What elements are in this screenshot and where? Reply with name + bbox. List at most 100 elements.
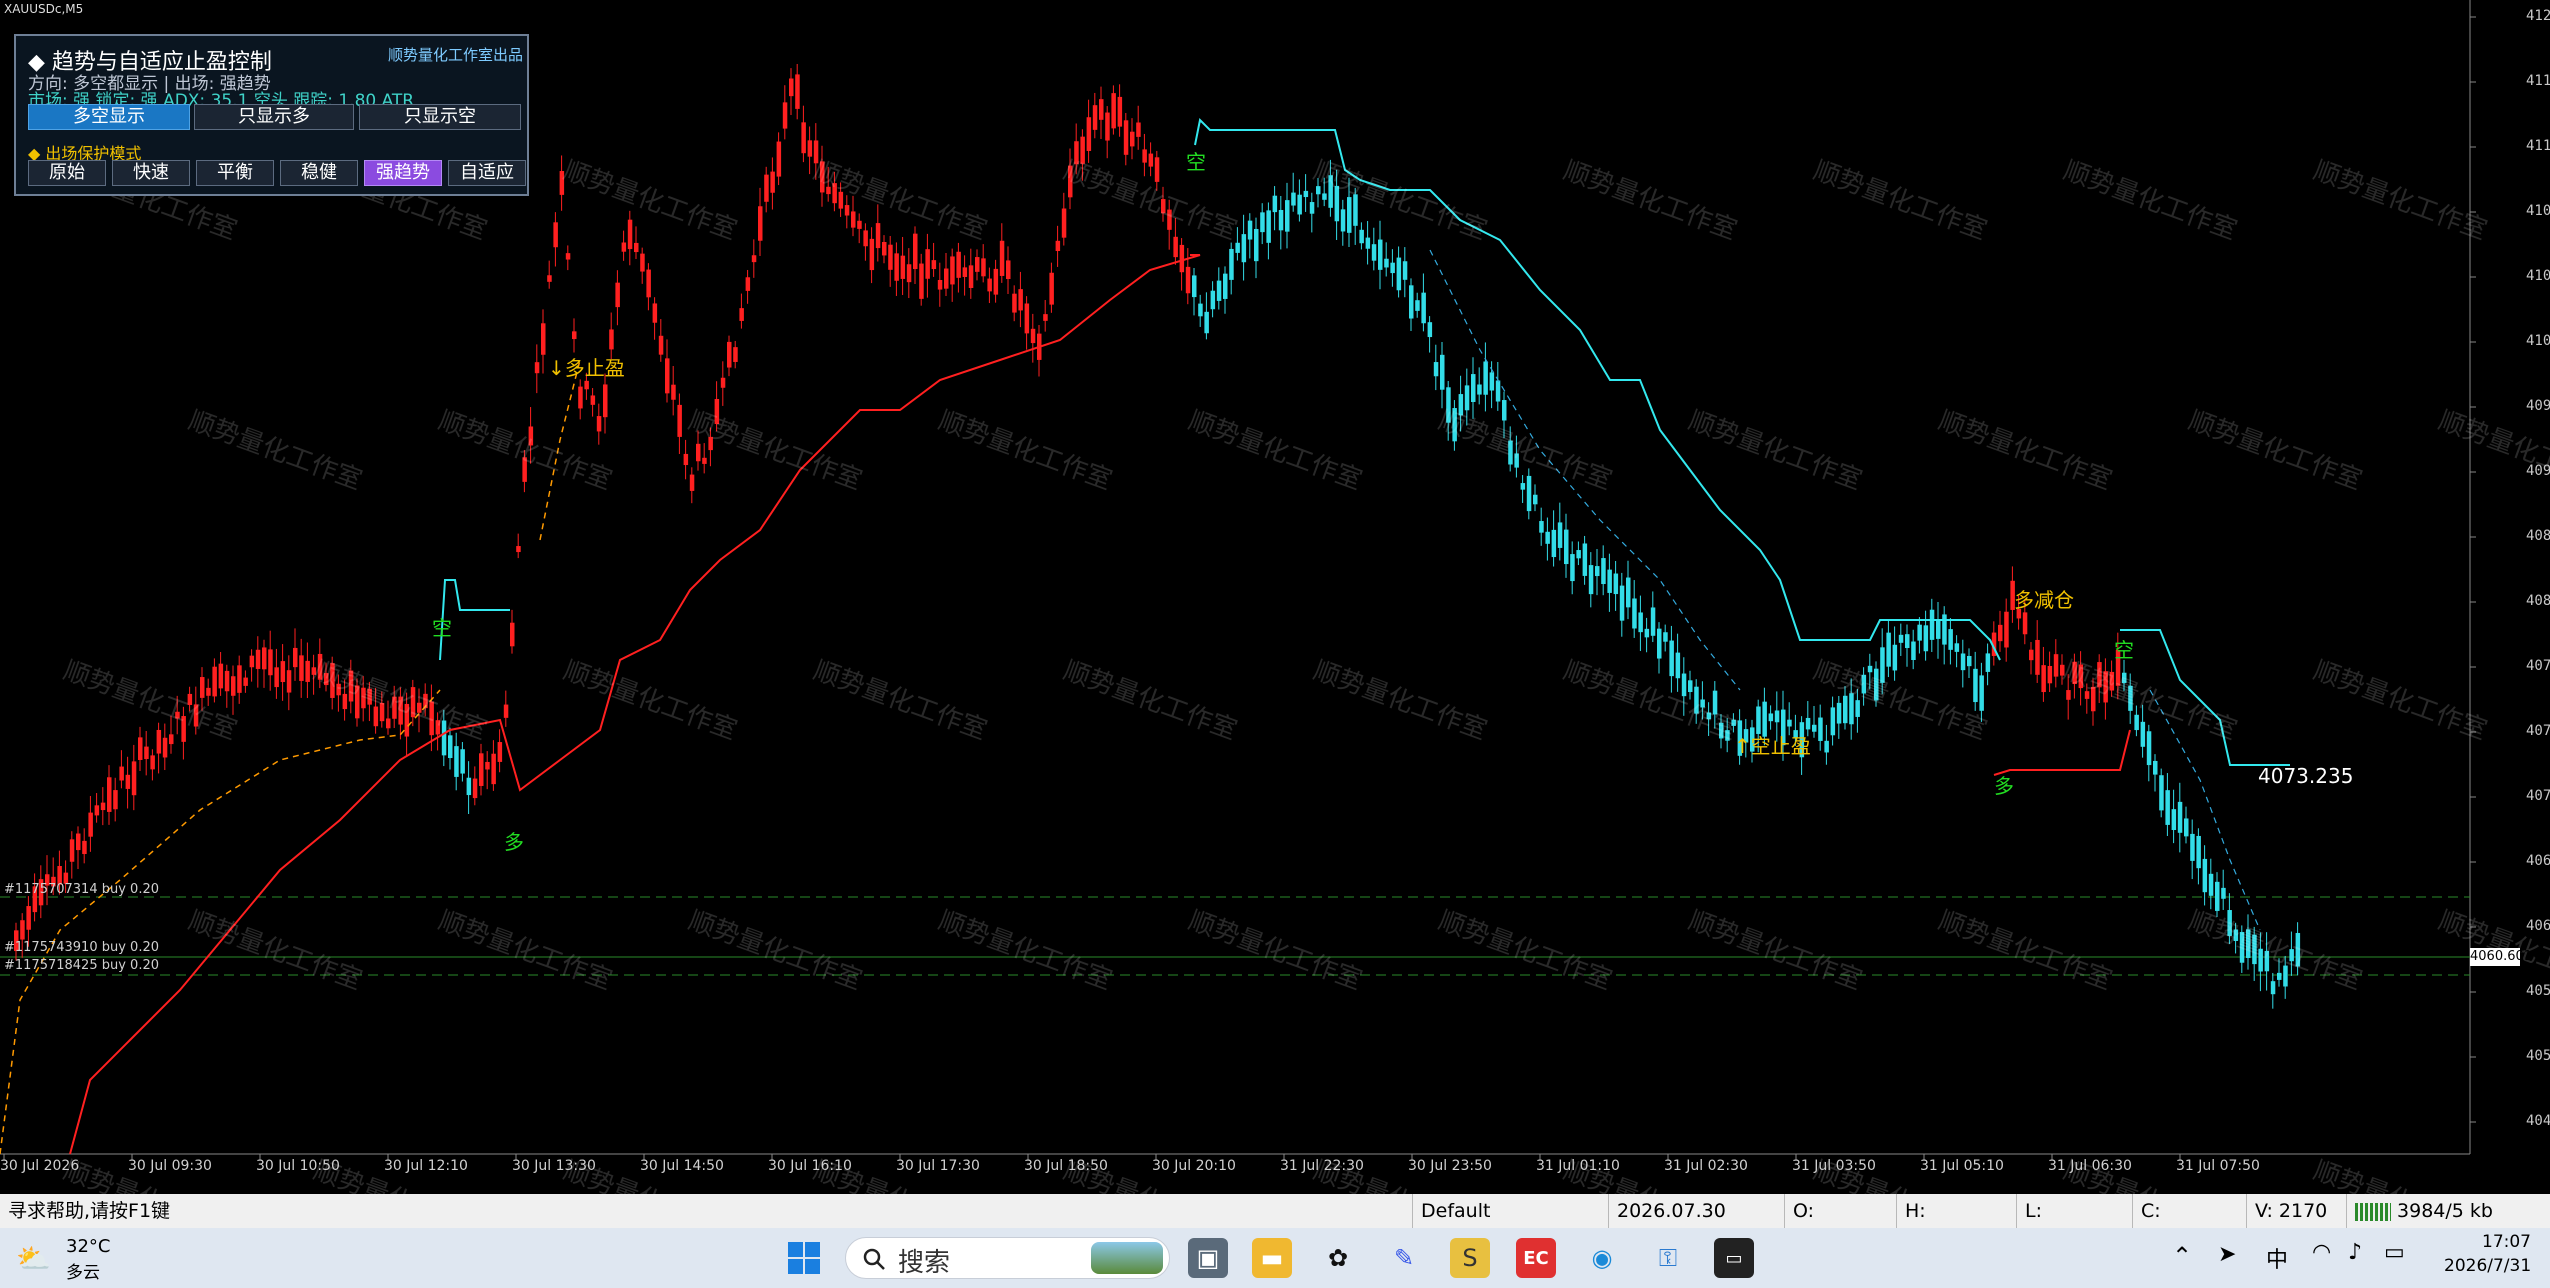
- candle-body: [857, 220, 862, 229]
- candle-body: [603, 384, 608, 418]
- taskbar-search[interactable]: 搜索: [845, 1237, 1170, 1279]
- candle-body: [1533, 494, 1538, 505]
- candle-body: [2004, 611, 2009, 648]
- candle-body: [218, 663, 224, 689]
- connection-status[interactable]: 3984/5 kb: [2346, 1194, 2550, 1228]
- candle-body: [1390, 262, 1395, 274]
- file-explorer-icon[interactable]: ▬: [1252, 1238, 1292, 1278]
- candle-body: [1483, 361, 1488, 395]
- candle-body: [1018, 289, 1023, 311]
- candle-body: [2221, 887, 2226, 899]
- app-s-icon[interactable]: S: [1450, 1238, 1490, 1278]
- taskbar-date[interactable]: 2026/7/31: [2444, 1256, 2531, 1276]
- candle-body: [2035, 639, 2040, 675]
- chart-area[interactable]: XAUUSDc,M5 顺势量化工作室 顺势量化工作室 顺势量化工作室 顺势量化工作室顺…: [0, 0, 2550, 1246]
- candle-body: [2084, 691, 2090, 699]
- candle-body: [1923, 625, 1929, 652]
- show-both-button[interactable]: 多空显示: [28, 104, 190, 130]
- candle-body: [1725, 730, 1730, 741]
- order-label[interactable]: #1175718425 buy 0.20: [4, 958, 159, 973]
- mode-fast-button[interactable]: 快速: [112, 160, 190, 186]
- candle-body: [1074, 141, 1079, 165]
- candle-body: [1179, 244, 1185, 273]
- candle-body: [1979, 675, 1984, 711]
- candle-body: [125, 774, 131, 789]
- start-button[interactable]: [784, 1238, 824, 1278]
- candle-body: [206, 687, 211, 696]
- candle-body: [1272, 195, 1278, 213]
- profile-name[interactable]: Default: [1412, 1194, 1608, 1228]
- price-tick-label: 4109.940: [2526, 203, 2550, 219]
- long-reduce-marker: 多减仓: [2014, 588, 2074, 612]
- short-signal-marker: 空: [1186, 150, 1206, 174]
- candle-body: [1545, 531, 1550, 544]
- show-long-only-button[interactable]: 只显示多: [194, 104, 354, 130]
- candle-body: [1099, 99, 1104, 120]
- time-tick-label: 30 Jul 23:50: [1408, 1158, 1492, 1174]
- candle-body: [863, 230, 868, 247]
- candle-body: [472, 778, 478, 799]
- candle-body: [758, 206, 763, 241]
- candle-body: [1334, 185, 1340, 222]
- candle-body: [348, 670, 354, 702]
- candle-body: [1619, 585, 1625, 621]
- candle-body: [305, 660, 310, 682]
- mode-balanced-button[interactable]: 平衡: [196, 160, 274, 186]
- candle-body: [1167, 209, 1172, 230]
- candle-body: [94, 805, 100, 816]
- candle-body: [2109, 671, 2115, 691]
- candle-body: [1278, 209, 1284, 231]
- candle-body: [2202, 858, 2208, 893]
- candle-body: [1917, 624, 1922, 641]
- edge-browser-icon[interactable]: ◉: [1582, 1238, 1622, 1278]
- candle-body: [1123, 120, 1129, 155]
- candle-body: [119, 766, 124, 781]
- security-app-icon[interactable]: ⚿: [1648, 1238, 1688, 1278]
- candle-body: [1235, 242, 1240, 253]
- order-label[interactable]: #1175707314 buy 0.20: [4, 882, 159, 897]
- candle-body: [367, 688, 372, 705]
- chatgpt-icon[interactable]: ✿: [1318, 1238, 1358, 1278]
- candle-body: [999, 240, 1005, 276]
- candle-body: [1669, 640, 1674, 677]
- candle-body: [1973, 668, 1978, 703]
- candle-body: [609, 329, 614, 350]
- task-view-icon[interactable]: ▣: [1188, 1238, 1228, 1278]
- candle-body: [131, 761, 137, 796]
- battery-icon[interactable]: ▭: [2384, 1240, 2405, 1265]
- candle-body: [1254, 228, 1259, 262]
- candle-body: [243, 677, 248, 686]
- ec-app-icon[interactable]: EC: [1516, 1238, 1556, 1278]
- taskbar-time[interactable]: 17:07: [2482, 1232, 2531, 1252]
- mode-strong-trend-button[interactable]: 强趋势: [364, 160, 442, 186]
- location-icon[interactable]: ➤: [2218, 1242, 2236, 1267]
- candle-body: [590, 395, 596, 405]
- short-trailing-stop: [2120, 629, 2290, 766]
- candle-body: [1204, 311, 1209, 334]
- volume-icon[interactable]: ♪: [2348, 1240, 2362, 1265]
- show-short-only-button[interactable]: 只显示空: [359, 104, 521, 130]
- candle-body: [1898, 634, 1904, 643]
- ime-indicator[interactable]: 中: [2266, 1242, 2288, 1274]
- candle-body: [770, 171, 775, 193]
- candle-body: [2103, 671, 2108, 703]
- terminal-icon[interactable]: ▭: [1714, 1238, 1754, 1278]
- candle-body: [1291, 192, 1296, 206]
- candle-body: [851, 211, 856, 228]
- app-pen-icon[interactable]: ✎: [1384, 1238, 1424, 1278]
- mode-original-button[interactable]: 原始: [28, 160, 106, 186]
- candle-body: [2215, 881, 2220, 911]
- candle-body: [144, 746, 149, 760]
- candle-body: [1867, 665, 1873, 673]
- candle-body: [1694, 686, 1699, 714]
- weather-widget[interactable]: ⛅ 32°C 多云: [14, 1236, 134, 1283]
- candle-body: [2277, 972, 2282, 980]
- chevron-up-icon[interactable]: ⌃: [2172, 1242, 2192, 1270]
- mode-steady-button[interactable]: 稳健: [280, 160, 358, 186]
- mode-adaptive-button[interactable]: 自适应: [448, 160, 526, 186]
- wifi-icon[interactable]: ◠: [2312, 1240, 2331, 1265]
- bar-volume: V: 2170: [2246, 1194, 2346, 1228]
- order-label[interactable]: #1175743910 buy 0.20: [4, 940, 159, 955]
- long-trailing-stop: [69, 254, 1201, 1155]
- candle-body: [181, 716, 186, 742]
